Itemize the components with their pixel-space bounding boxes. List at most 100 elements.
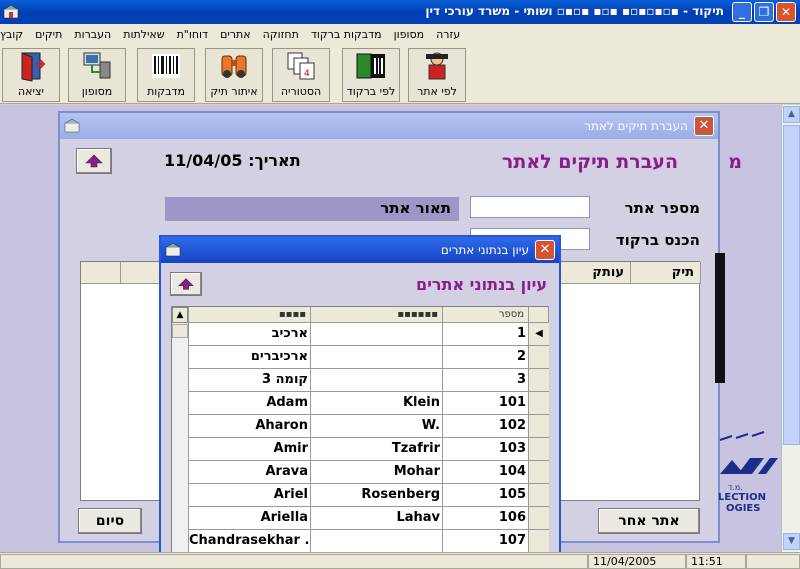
row-selector[interactable]: [529, 415, 549, 437]
cell-number[interactable]: 106: [443, 507, 529, 529]
cell-first-name[interactable]: Ariella: [189, 507, 311, 529]
sites-grid[interactable]: ▲ ▪▪▪▪ ▪▪▪▪▪▪ מספר ארכיב 1 ◀ ארכיברים 2 קומה …: [171, 306, 549, 553]
menu-files[interactable]: תיקים: [35, 28, 62, 41]
menu-maintenance[interactable]: תחזוקה: [263, 28, 299, 41]
browse-close-button[interactable]: ✕: [535, 240, 555, 260]
col-header-first-name[interactable]: ▪▪▪▪: [189, 307, 311, 323]
menu-sites[interactable]: אתרים: [220, 28, 251, 41]
table-row[interactable]: קומה 3 3: [189, 369, 549, 392]
cell-number[interactable]: 105: [443, 484, 529, 506]
cell-last-name[interactable]: [311, 530, 443, 552]
cell-first-name[interactable]: Adam: [189, 392, 311, 414]
row-selector[interactable]: [529, 530, 549, 552]
table-row[interactable]: Ariella Lahav 106: [189, 507, 549, 530]
grid-scroll-up-arrow[interactable]: ▲: [172, 307, 188, 323]
cell-number[interactable]: 101: [443, 392, 529, 414]
table-row[interactable]: Aharon W. 102: [189, 415, 549, 438]
cell-last-name[interactable]: [311, 346, 443, 368]
menu-file[interactable]: קובץ: [0, 28, 23, 41]
grid-scrollbar[interactable]: ▲: [172, 307, 189, 553]
close-button[interactable]: ✕: [776, 2, 796, 22]
date-value: 11/04/05: [164, 151, 243, 170]
row-selector[interactable]: [529, 484, 549, 506]
menu-transfers[interactable]: העברות: [74, 28, 111, 41]
other-site-button[interactable]: אתר אחר: [598, 508, 700, 534]
menu-reports[interactable]: דוחו"ת: [177, 28, 208, 41]
cell-last-name[interactable]: Mohar: [311, 461, 443, 483]
back-up-button[interactable]: [76, 148, 112, 174]
row-selector[interactable]: [529, 392, 549, 414]
cell-first-name[interactable]: Amir: [189, 438, 311, 460]
scroll-down-arrow[interactable]: ▼: [783, 533, 800, 550]
cell-last-name[interactable]: [311, 323, 443, 345]
site-number-input[interactable]: [470, 196, 590, 218]
browse-up-button[interactable]: [170, 272, 202, 296]
table-row[interactable]: ארכיב 1 ◀: [189, 323, 549, 346]
col-header-number[interactable]: מספר: [443, 307, 529, 323]
cell-number[interactable]: 102: [443, 415, 529, 437]
row-selector[interactable]: [529, 507, 549, 529]
table-row[interactable]: Amir Tzafrir 103: [189, 438, 549, 461]
scroll-up-arrow[interactable]: ▲: [783, 106, 800, 123]
cell-last-name[interactable]: Tzafrir: [311, 438, 443, 460]
cell-first-name[interactable]: Chandrasekhar .: [189, 530, 311, 552]
find-file-button[interactable]: איתור תיק: [205, 48, 263, 102]
by-barcode-button[interactable]: לפי ברקוד: [342, 48, 400, 102]
barcode-person-icon: [353, 50, 389, 82]
row-selector[interactable]: [529, 346, 549, 368]
menu-queries[interactable]: שאילתות: [123, 28, 164, 41]
cell-last-name[interactable]: [311, 369, 443, 391]
history-button[interactable]: 4 הסטוריה: [272, 48, 330, 102]
table-row[interactable]: Ariel Rosenberg 105: [189, 484, 549, 507]
cell-first-name[interactable]: Arava: [189, 461, 311, 483]
cell-first-name[interactable]: Ariel: [189, 484, 311, 506]
workspace-scrollbar[interactable]: ▲ ▼: [781, 105, 800, 552]
cell-number[interactable]: 2: [443, 346, 529, 368]
dialog-app-icon: [64, 118, 80, 134]
current-row-indicator-icon[interactable]: ◀: [529, 323, 549, 345]
row-selector[interactable]: [529, 369, 549, 391]
menu-terminal[interactable]: מסופון: [394, 28, 424, 41]
minimize-button[interactable]: _: [732, 2, 752, 22]
menu-barcode-labels[interactable]: מדבקות ברקוד: [311, 28, 382, 41]
table-row[interactable]: Chandrasekhar . 107: [189, 530, 549, 553]
cell-first-name[interactable]: קומה 3: [189, 369, 311, 391]
cell-last-name[interactable]: W.: [311, 415, 443, 437]
table-row[interactable]: ארכיברים 2: [189, 346, 549, 369]
scroll-thumb[interactable]: [783, 125, 800, 445]
status-bar: 11/04/2005 11:51: [0, 552, 800, 569]
cell-number[interactable]: 104: [443, 461, 529, 483]
exit-button[interactable]: יציאה: [2, 48, 60, 102]
cell-first-name[interactable]: ארכיברים: [189, 346, 311, 368]
table-row[interactable]: Arava Mohar 104: [189, 461, 549, 484]
cell-last-name[interactable]: Lahav: [311, 507, 443, 529]
app-icon[interactable]: [3, 4, 19, 20]
dialog-close-button[interactable]: ✕: [694, 116, 714, 136]
cell-number[interactable]: 107: [443, 530, 529, 552]
menu-help[interactable]: עזרה: [436, 28, 460, 41]
finish-button[interactable]: סיום: [78, 508, 142, 534]
cell-number[interactable]: 103: [443, 438, 529, 460]
col-header-empty-2: [81, 262, 121, 284]
cell-first-name[interactable]: Aharon: [189, 415, 311, 437]
cell-number[interactable]: 1: [443, 323, 529, 345]
date-display: תאריך: 11/04/05: [164, 151, 301, 170]
col-header-last-name[interactable]: ▪▪▪▪▪▪: [311, 307, 443, 323]
cell-last-name[interactable]: Klein: [311, 392, 443, 414]
row-selector[interactable]: [529, 461, 549, 483]
by-site-button[interactable]: לפי אתר: [408, 48, 466, 102]
terminal-button[interactable]: מסופון: [68, 48, 126, 102]
cell-number[interactable]: 3: [443, 369, 529, 391]
cell-last-name[interactable]: Rosenberg: [311, 484, 443, 506]
col-header-copy[interactable]: עותק: [561, 262, 631, 284]
terminal-icon: [79, 50, 115, 82]
up-arrow-icon: [85, 154, 103, 168]
table-row[interactable]: Adam Klein 101: [189, 392, 549, 415]
restore-button[interactable]: ❐: [754, 2, 774, 22]
partial-device-image: [715, 253, 725, 383]
labels-button[interactable]: מדבקות: [137, 48, 195, 102]
grid-scroll-thumb[interactable]: [172, 324, 188, 338]
cell-first-name[interactable]: ארכיב: [189, 323, 311, 345]
row-selector[interactable]: [529, 438, 549, 460]
col-header-file[interactable]: תיק: [631, 262, 701, 284]
